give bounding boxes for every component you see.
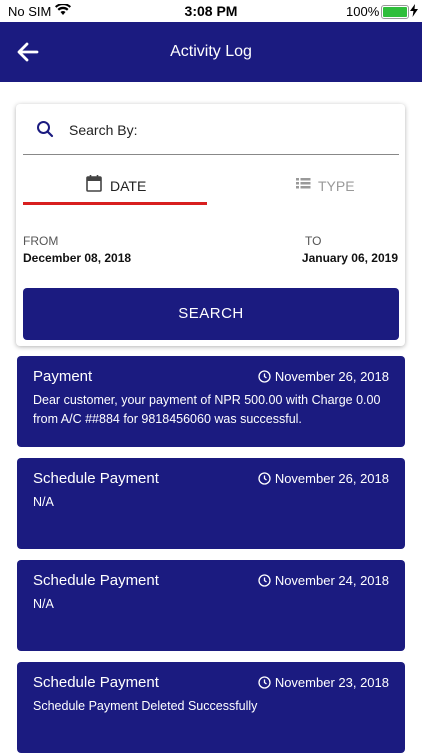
from-date-value[interactable]: December 08, 2018 <box>23 251 131 265</box>
tab-type[interactable]: TYPE <box>207 164 399 206</box>
clock-icon <box>258 472 271 485</box>
tab-date-label: DATE <box>110 178 147 194</box>
activity-message: N/A <box>33 495 54 509</box>
clock-icon <box>258 676 271 689</box>
tab-type-label: TYPE <box>318 178 355 194</box>
search-button[interactable]: SEARCH <box>23 288 399 340</box>
activity-item[interactable]: Payment November 26, 2018 Dear customer,… <box>17 356 405 447</box>
search-icon <box>36 120 54 143</box>
activity-item[interactable]: Schedule Payment November 26, 2018 N/A <box>17 458 405 549</box>
activity-title: Schedule Payment <box>33 674 159 691</box>
activity-message: Schedule Payment Deleted Successfully <box>33 699 258 713</box>
to-date-value[interactable]: January 06, 2019 <box>302 251 398 265</box>
activity-title: Payment <box>33 368 93 385</box>
list-icon <box>295 174 311 197</box>
clock-icon <box>258 574 271 587</box>
status-bar: No SIM 3:08 PM 100% <box>0 0 422 22</box>
activity-title: Schedule Payment <box>33 470 159 487</box>
app-header: Activity Log <box>0 22 422 82</box>
search-by-label: Search By: <box>69 122 138 138</box>
activity-date: November 24, 2018 <box>258 573 389 588</box>
active-tab-indicator <box>23 202 207 205</box>
clock-icon <box>258 370 271 383</box>
from-label: FROM <box>23 234 59 248</box>
activity-message: N/A <box>33 597 54 611</box>
calendar-icon <box>86 174 102 197</box>
search-by-row: Search By: <box>16 104 405 156</box>
page-title: Activity Log <box>170 43 252 60</box>
activity-title: Schedule Payment <box>33 572 159 589</box>
activity-date: November 26, 2018 <box>258 471 389 486</box>
activity-date: November 26, 2018 <box>258 369 389 384</box>
activity-item[interactable]: Schedule Payment November 24, 2018 N/A <box>17 560 405 651</box>
search-card: Search By: DATE TYPE FROM December 08, 2… <box>16 104 405 346</box>
divider <box>23 154 399 155</box>
activity-message: Dear customer, your payment of NPR 500.0… <box>33 393 381 426</box>
tab-date[interactable]: DATE <box>23 164 207 206</box>
charging-bolt-icon <box>410 4 418 20</box>
battery-percent: 100% <box>346 4 380 19</box>
battery-icon <box>381 5 409 19</box>
to-label: TO <box>305 234 322 248</box>
activity-date: November 23, 2018 <box>258 675 389 690</box>
activity-item[interactable]: Schedule Payment November 23, 2018 Sched… <box>17 662 405 753</box>
